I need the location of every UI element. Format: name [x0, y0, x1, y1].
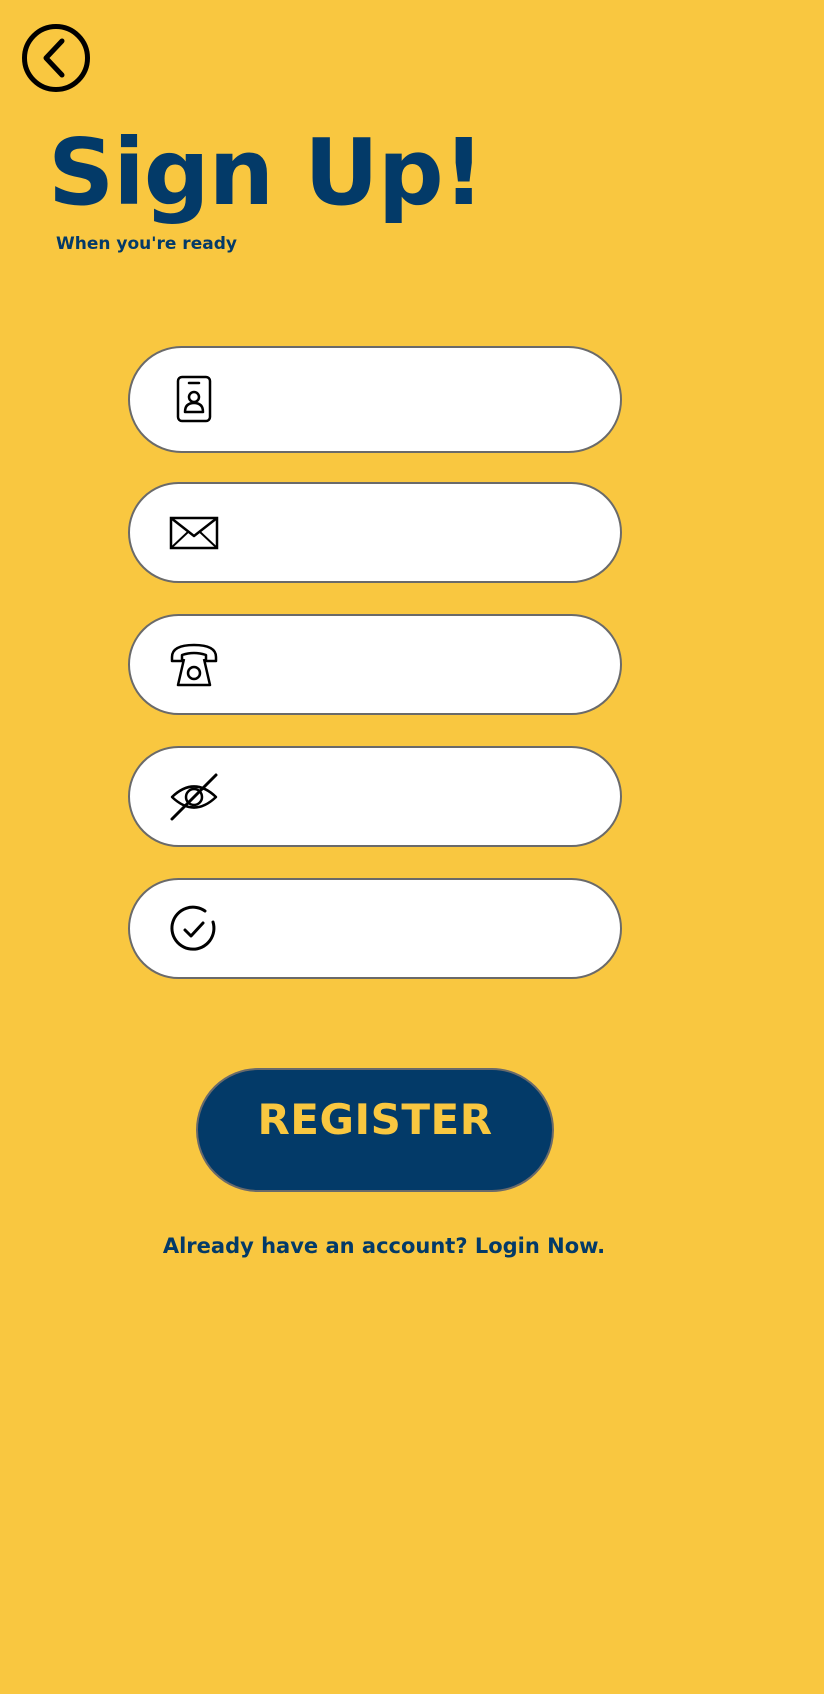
- page-subtitle: When you're ready: [56, 234, 237, 254]
- confirm-password-field[interactable]: [128, 878, 622, 979]
- telephone-icon: [168, 639, 220, 691]
- password-field[interactable]: [128, 746, 622, 847]
- id-badge-icon: [168, 374, 220, 426]
- page-title: Sign Up!: [48, 119, 485, 226]
- login-link[interactable]: Already have an account? Login Now.: [0, 1232, 768, 1260]
- eye-slash-icon: [168, 771, 220, 823]
- name-field[interactable]: [128, 346, 622, 453]
- password-input[interactable]: [234, 775, 580, 818]
- phone-input[interactable]: [234, 643, 580, 686]
- envelope-icon: [168, 507, 220, 559]
- back-button[interactable]: [22, 24, 90, 92]
- register-button[interactable]: REGISTER: [196, 1068, 554, 1192]
- email-input[interactable]: [234, 511, 580, 554]
- chevron-left-circle-icon: [22, 24, 90, 92]
- confirm-password-input[interactable]: [234, 907, 580, 950]
- name-input[interactable]: [234, 378, 580, 421]
- check-circle-icon: [168, 903, 220, 955]
- phone-field[interactable]: [128, 614, 622, 715]
- email-field[interactable]: [128, 482, 622, 583]
